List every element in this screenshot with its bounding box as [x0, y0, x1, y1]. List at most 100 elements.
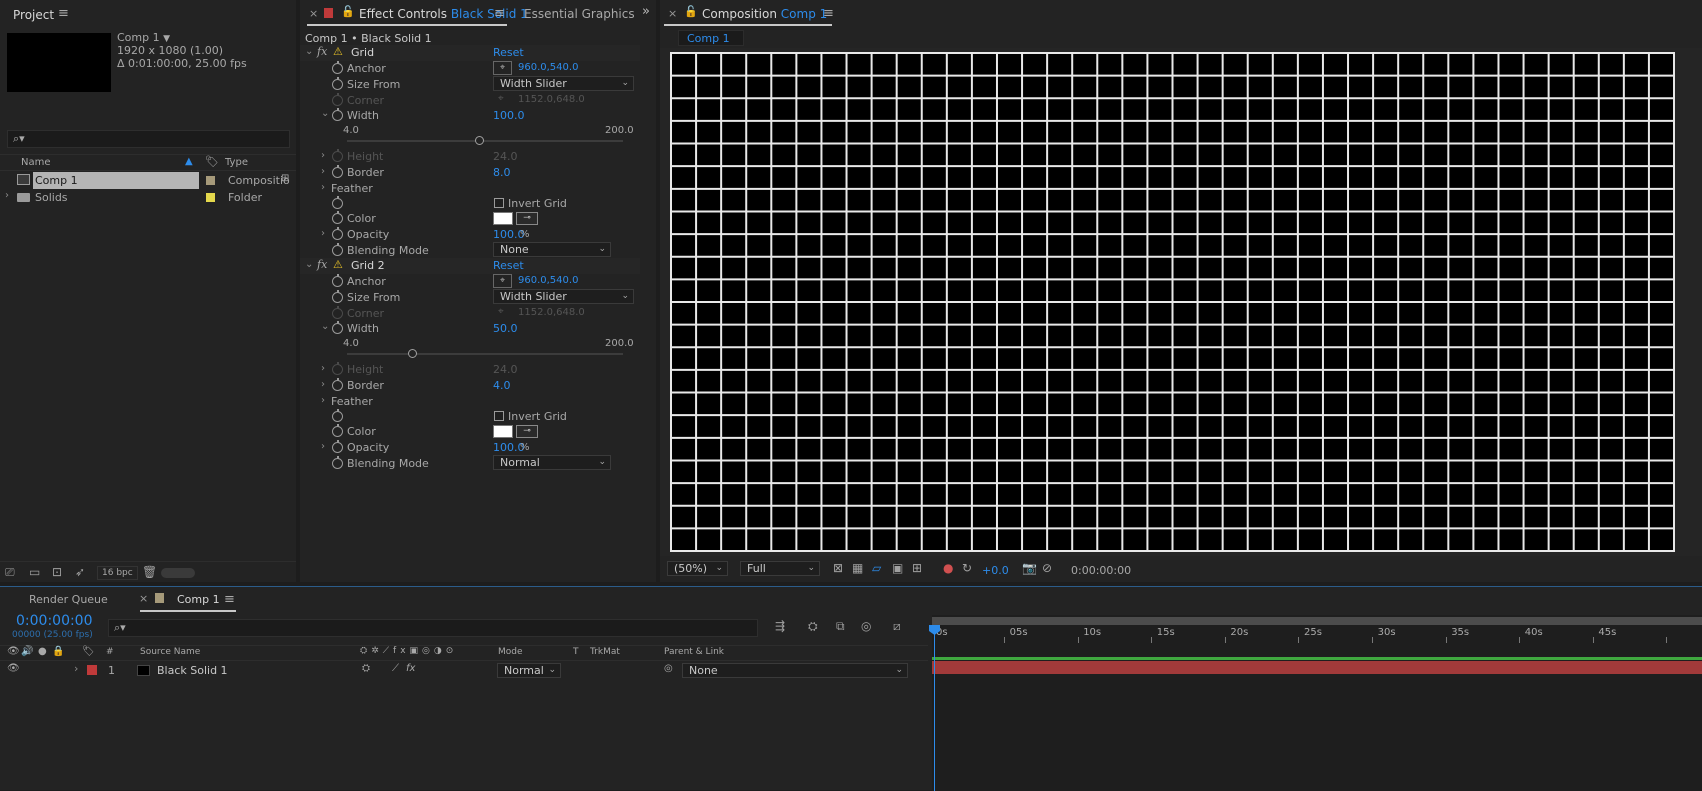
label-color-swatch[interactable]	[206, 176, 215, 185]
collapse-chevron-icon[interactable]: ⌄	[305, 259, 313, 270]
invert-grid-checkbox[interactable]	[494, 411, 504, 421]
stopwatch-icon[interactable]	[332, 196, 343, 209]
comp-name-label[interactable]: Comp 1 ▼	[117, 31, 170, 44]
comp-preview-grid[interactable]	[670, 52, 1675, 552]
reset-button[interactable]: Reset	[493, 46, 524, 59]
collapse-chevron-icon[interactable]: ⌄	[321, 321, 329, 332]
interpret-footage-icon[interactable]: ⎚	[5, 565, 15, 580]
stopwatch-icon[interactable]	[332, 165, 343, 178]
thumbnail-slider[interactable]	[161, 568, 195, 578]
tab-render-queue[interactable]: Render Queue	[29, 593, 108, 606]
layer-name[interactable]: Black Solid 1	[157, 664, 228, 677]
size-from-dropdown[interactable]: Width Slider ⌄	[493, 289, 634, 304]
stopwatch-icon[interactable]	[332, 378, 343, 391]
project-tab[interactable]: Project	[13, 8, 54, 22]
timeline-search-input[interactable]: ⌕▾	[108, 619, 758, 637]
eyedropper-icon[interactable]: ⊸	[516, 425, 538, 438]
tab-menu-icon[interactable]: ≡	[494, 6, 505, 21]
quality-switch-icon[interactable]: ⟋	[392, 663, 399, 674]
tab-menu-icon[interactable]: ≡	[224, 592, 235, 607]
expand-chevron-icon[interactable]: ›	[5, 190, 9, 201]
close-icon[interactable]: ×	[139, 592, 148, 605]
work-area-bar[interactable]	[932, 617, 1702, 625]
stopwatch-icon[interactable]	[332, 456, 343, 469]
crosshair-icon[interactable]: ⌖	[493, 61, 512, 75]
stopwatch-icon[interactable]	[332, 108, 343, 121]
col-source-header[interactable]: Source Name	[140, 647, 200, 657]
mask-visibility-icon[interactable]: ▱	[872, 561, 881, 575]
audio-icon[interactable]: 🔊	[21, 646, 33, 657]
fast-previews-icon[interactable]: ⊠	[833, 561, 843, 575]
color-swatch[interactable]	[493, 212, 513, 225]
expand-chevron-icon[interactable]: ›	[74, 662, 78, 675]
exposure-value[interactable]: +0.0	[982, 564, 1009, 577]
prop-value[interactable]: 960.0,540.0	[518, 275, 578, 286]
prop-value[interactable]: 8.0	[493, 166, 511, 179]
new-comp-icon[interactable]: ⊡	[52, 565, 62, 579]
resolution-dropdown[interactable]: Full ⌄	[740, 561, 820, 576]
current-timecode[interactable]: 0:00:00:00	[16, 613, 93, 629]
lock-icon[interactable]: 🔒	[52, 646, 64, 657]
effect-header-grid[interactable]: ⌄ fx ⚠ Grid Reset	[300, 45, 640, 61]
show-snapshot-icon[interactable]: ⊘	[1042, 561, 1052, 575]
tab-comp[interactable]: Comp 1	[177, 593, 220, 606]
graph-editor-icon[interactable]: ⧄	[893, 619, 901, 634]
motion-blur-icon[interactable]: ◎	[861, 619, 871, 633]
stopwatch-icon[interactable]	[332, 274, 343, 287]
reset-exposure-icon[interactable]: ↻	[962, 561, 972, 575]
size-from-dropdown[interactable]: Width Slider ⌄	[493, 76, 634, 91]
width-slider-knob[interactable]	[475, 136, 485, 145]
label-tag-icon[interactable]: 🏷	[205, 155, 219, 168]
col-type-header[interactable]: Type	[225, 157, 248, 168]
trash-icon[interactable]: 🗑	[142, 565, 157, 579]
mode-dropdown[interactable]: Normal ⌄	[497, 663, 561, 678]
col-name-header[interactable]: Name	[21, 157, 51, 168]
color-swatch[interactable]	[493, 425, 513, 438]
list-item[interactable]: Comp 1 Compositio ⊞	[0, 172, 296, 189]
stopwatch-icon[interactable]	[332, 409, 343, 422]
parent-dropdown[interactable]: None ⌄	[682, 663, 908, 678]
stopwatch-icon[interactable]	[332, 290, 343, 303]
guides-icon[interactable]: ⊞	[912, 561, 922, 575]
timeline-graph-area[interactable]: 0s 05s 10s 15s 20s 25s 30s 35s 40s 45s	[929, 615, 1702, 791]
prop-value[interactable]: 50.0	[493, 322, 518, 335]
viewer-timecode[interactable]: 0:00:00:00	[1071, 564, 1131, 577]
lock-icon[interactable]: 🔓	[684, 5, 698, 18]
stopwatch-icon[interactable]	[332, 424, 343, 437]
blend-mode-dropdown[interactable]: Normal ⌄	[493, 455, 611, 470]
close-icon[interactable]: ×	[668, 7, 677, 20]
stopwatch-icon[interactable]	[332, 211, 343, 224]
transparency-grid-icon[interactable]: ▦	[852, 561, 863, 575]
collapse-chevron-icon[interactable]: ⌄	[321, 108, 329, 119]
close-icon[interactable]: ×	[309, 7, 318, 20]
shy-switch-icon[interactable]: ⛭	[362, 663, 370, 674]
render-icon[interactable]: ➶	[75, 565, 85, 579]
comp-subtab[interactable]: Comp 1	[678, 30, 744, 46]
frame-blending-icon[interactable]: ⧉	[836, 619, 845, 634]
viewer-area[interactable]	[660, 48, 1702, 556]
flowchart-icon[interactable]: ⊞	[281, 173, 289, 184]
label-color-swatch[interactable]	[206, 193, 215, 202]
layer-duration-bar[interactable]	[932, 661, 1702, 674]
stopwatch-icon[interactable]	[332, 243, 343, 256]
snapshot-icon[interactable]: 📷	[1022, 561, 1037, 575]
new-folder-icon[interactable]: ▭	[29, 565, 40, 579]
panel-overflow-icon[interactable]: »	[642, 4, 650, 19]
invert-grid-checkbox[interactable]	[494, 198, 504, 208]
expand-chevron-icon[interactable]: ›	[321, 182, 325, 193]
list-item[interactable]: › Solids Folder	[0, 189, 296, 206]
time-ruler[interactable]: 0s 05s 10s 15s 20s 25s 30s 35s 40s 45s	[932, 625, 1702, 645]
solo-icon[interactable]: ●	[38, 646, 47, 657]
width-slider-knob[interactable]	[407, 349, 417, 358]
channel-icon[interactable]: ●	[943, 561, 953, 575]
effect-header-grid-2[interactable]: ⌄ fx ⚠ Grid 2 Reset	[300, 258, 640, 274]
stopwatch-icon[interactable]	[332, 77, 343, 90]
zoom-dropdown[interactable]: (50%) ⌄	[667, 561, 728, 576]
width-slider-track[interactable]	[347, 140, 623, 142]
pickwhip-icon[interactable]: ◎	[664, 663, 673, 674]
fx-switch-icon[interactable]: fx	[406, 663, 415, 674]
bpc-button[interactable]: 16 bpc	[97, 566, 138, 580]
prop-value[interactable]: 960.0,540.0	[518, 62, 578, 73]
stopwatch-icon[interactable]	[332, 440, 343, 453]
expand-chevron-icon[interactable]: ›	[321, 441, 325, 452]
